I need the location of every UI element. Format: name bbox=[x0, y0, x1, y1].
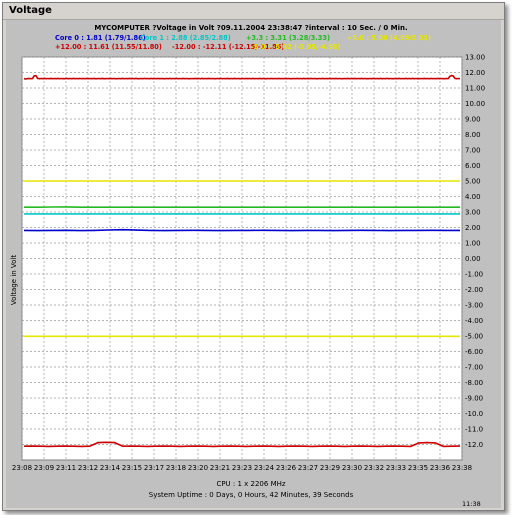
y-tick-label: 0.00 bbox=[465, 255, 481, 263]
y-axis-label: Voltage in Volt bbox=[10, 255, 18, 306]
y-tick-label: -8.00 bbox=[465, 379, 483, 387]
y-tick-label: -9.00 bbox=[465, 395, 483, 403]
y-tick-label: 4.00 bbox=[465, 193, 481, 201]
y-tick-label: -4.00 bbox=[465, 317, 483, 325]
x-tick-label: 23:23 bbox=[232, 464, 252, 472]
x-tick-label: 23:09 bbox=[34, 464, 54, 472]
legend-entry: +3.3 : 3.31 (3.28/3.33) bbox=[246, 34, 330, 42]
y-tick-label: 12.00 bbox=[465, 69, 485, 77]
y-tick-label: 5.00 bbox=[465, 178, 481, 186]
y-tick-label: -5.00 bbox=[465, 333, 483, 341]
legend-entry: +12.00 : 11.61 (11.55/11.80) bbox=[55, 43, 162, 51]
x-tick-label: 23:17 bbox=[144, 464, 164, 472]
x-tick-label: 23:30 bbox=[342, 464, 362, 472]
x-tick-label: 23:33 bbox=[386, 464, 406, 472]
legend-entry: Core 0 : 1.81 (1.79/1.86) bbox=[55, 34, 146, 42]
y-tick-label: 3.00 bbox=[465, 209, 481, 217]
series-line-core0 bbox=[23, 228, 460, 232]
x-tick-label: 23:21 bbox=[210, 464, 230, 472]
y-tick-label: -3.00 bbox=[465, 302, 483, 310]
taskbar-clock: 11:38 bbox=[462, 500, 481, 508]
footer-cpu: CPU : 1 x 2206 MHz bbox=[216, 480, 285, 488]
x-tick-label: 23:08 bbox=[12, 464, 32, 472]
x-tick-label: 23:12 bbox=[78, 464, 98, 472]
x-tick-label: 23:24 bbox=[254, 464, 275, 472]
x-tick-label: 23:32 bbox=[364, 464, 384, 472]
y-tick-label: -12.0 bbox=[465, 441, 483, 449]
y-tick-label: -6.00 bbox=[465, 348, 483, 356]
y-tick-label: 1.00 bbox=[465, 240, 481, 248]
y-tick-label: 10.00 bbox=[465, 100, 485, 108]
footer-uptime: System Uptime : 0 Days, 0 Hours, 42 Minu… bbox=[149, 491, 354, 499]
y-tick-label: 11.00 bbox=[465, 85, 485, 93]
x-tick-label: 23:18 bbox=[166, 464, 186, 472]
x-tick-label: 23:11 bbox=[56, 464, 76, 472]
y-tick-label: 9.00 bbox=[465, 116, 481, 124]
voltage-chart: 13.00 12.00 11.00 10.00 9.00 8.00 7.00 6.00 5.00… bbox=[10, 24, 501, 508]
voltage-window: Voltage 13.00 12.00 11.00 10.00 9.00 8.00 7.00… bbox=[2, 2, 505, 511]
chart-panel: 13.00 12.00 11.00 10.00 9.00 8.00 7.00 6.00 5.00… bbox=[6, 20, 501, 508]
x-tick-label: 23:20 bbox=[188, 464, 208, 472]
window-titlebar[interactable]: Voltage bbox=[3, 3, 504, 20]
x-tick-label: 23:27 bbox=[298, 464, 318, 472]
x-tick-label: 23:36 bbox=[430, 464, 451, 472]
x-tick-label: 23:38 bbox=[452, 464, 472, 472]
y-tick-label: 6.00 bbox=[465, 162, 481, 170]
x-tick-label: 23:15 bbox=[122, 464, 142, 472]
y-tick-label: -1.00 bbox=[465, 271, 483, 279]
y-tick-label: 7.00 bbox=[465, 147, 481, 155]
y-tick-label: -7.00 bbox=[465, 364, 483, 372]
x-tick-label: 23:26 bbox=[276, 464, 297, 472]
y-tick-label: -11.0 bbox=[465, 426, 483, 434]
y-tick-label: 8.00 bbox=[465, 131, 481, 139]
x-tick-label: 23:14 bbox=[100, 464, 121, 472]
y-tick-label: 13.00 bbox=[465, 54, 485, 62]
window-title: Voltage bbox=[9, 5, 52, 16]
legend-entry: -5.0 : -5.02 (-5.05/-4.98) bbox=[251, 43, 340, 51]
y-tick-label: 2.00 bbox=[465, 224, 481, 232]
chart-title: MYCOMPUTER ?Voltage in Volt ?09.11.2004 … bbox=[94, 24, 407, 32]
x-tick-label: 23:35 bbox=[408, 464, 428, 472]
y-tick-label: -10.0 bbox=[465, 410, 483, 418]
y-tick-label: -2.00 bbox=[465, 286, 483, 294]
legend-entry: +5.0 : 5.00 (4.99/5.03) bbox=[347, 34, 431, 42]
x-tick-label: 23:29 bbox=[320, 464, 340, 472]
legend-entry: Core 1 : 2.88 (2.85/2.88) bbox=[140, 34, 231, 42]
